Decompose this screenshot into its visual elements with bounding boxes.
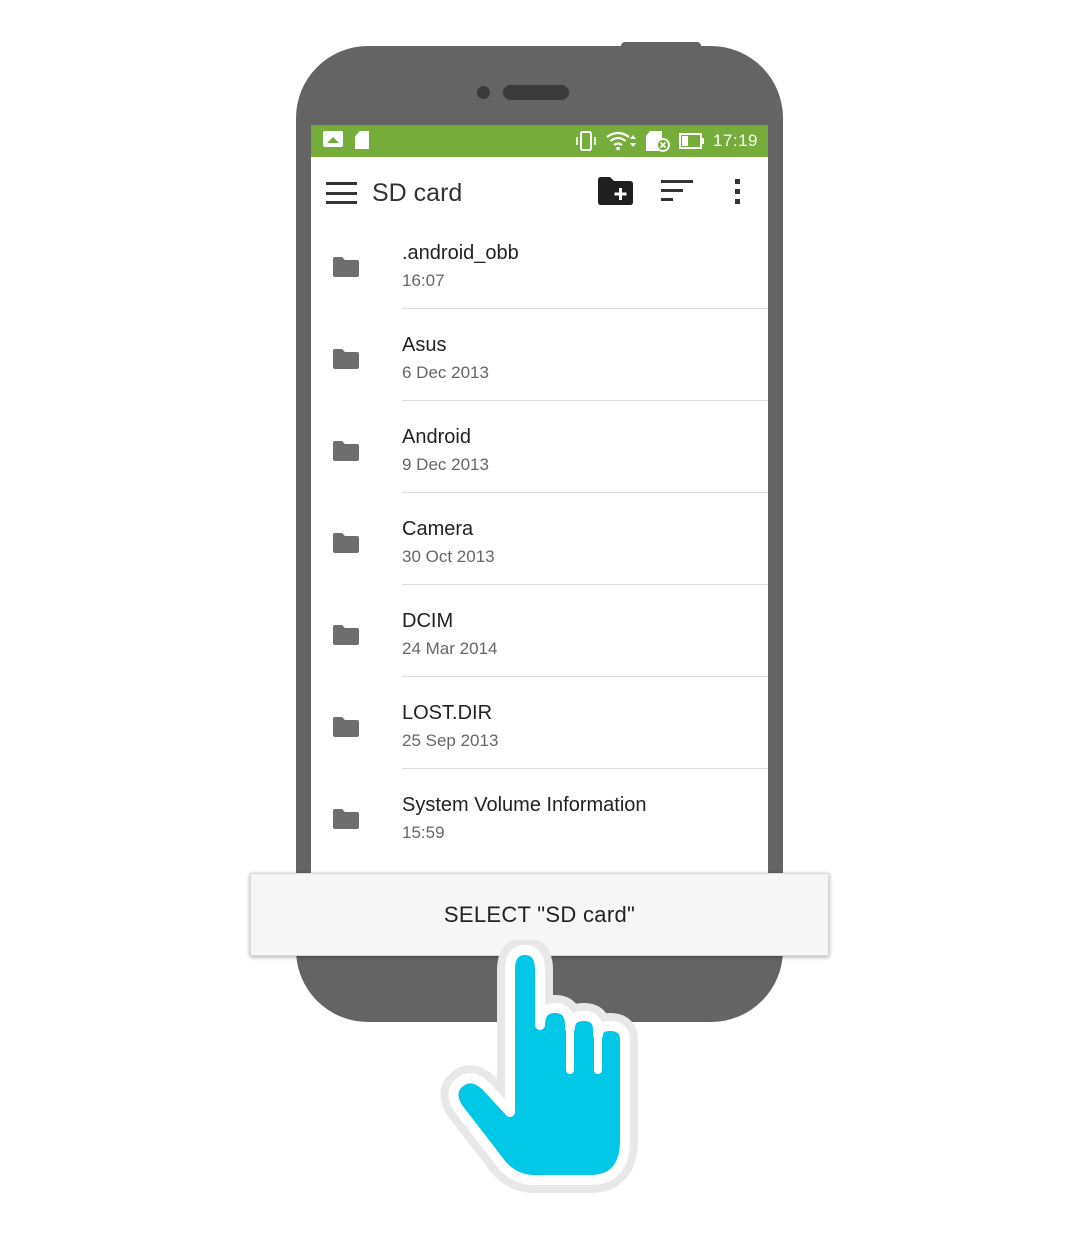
image-icon	[323, 131, 343, 147]
file-date: 24 Mar 2014	[402, 639, 498, 658]
status-time: 17:19	[712, 131, 758, 150]
vibrate-icon	[576, 131, 596, 151]
folder-icon	[333, 809, 359, 829]
status-bar: 17:19	[311, 125, 768, 157]
folder-icon	[333, 625, 359, 645]
pointing-hand-icon	[440, 940, 638, 1193]
file-date: 15:59	[402, 823, 445, 842]
file-name: System Volume Information	[402, 794, 647, 816]
select-button-label: SELECT "SD card"	[443, 901, 636, 927]
file-name: Asus	[402, 334, 447, 356]
file-date: 9 Dec 2013	[402, 455, 489, 474]
file-name: Camera	[402, 518, 474, 540]
menu-icon[interactable]	[326, 182, 357, 204]
sort-icon[interactable]	[661, 179, 693, 203]
folder-icon	[333, 533, 359, 553]
sd-card-icon	[355, 131, 369, 149]
folder-icon	[333, 441, 359, 461]
folder-icon	[333, 717, 359, 737]
file-date: 6 Dec 2013	[402, 363, 489, 382]
file-name: LOST.DIR	[402, 702, 493, 724]
new-folder-icon[interactable]	[597, 176, 634, 206]
list-item[interactable]: .android_obb 16:07	[311, 217, 768, 309]
list-item[interactable]: LOST.DIR 25 Sep 2013	[311, 677, 768, 769]
wifi-icon	[606, 131, 636, 151]
file-name: Android	[402, 426, 471, 448]
page-title: SD card	[372, 179, 463, 207]
file-list: .android_obb 16:07 Asus 6 Dec 2013 Andro…	[311, 217, 768, 861]
file-name: DCIM	[402, 610, 454, 632]
file-name: .android_obb	[402, 242, 519, 264]
list-item[interactable]: System Volume Information 15:59	[311, 769, 768, 861]
battery-icon	[678, 133, 704, 149]
more-options-icon[interactable]	[733, 177, 743, 207]
list-item[interactable]: Android 9 Dec 2013	[311, 401, 768, 493]
file-date: 16:07	[402, 271, 445, 290]
list-item[interactable]: Asus 6 Dec 2013	[311, 309, 768, 401]
file-date: 30 Oct 2013	[402, 547, 495, 566]
list-item[interactable]: DCIM 24 Mar 2014	[311, 585, 768, 677]
list-item[interactable]: Camera 30 Oct 2013	[311, 493, 768, 585]
folder-icon	[333, 257, 359, 277]
sd-card-error-icon	[645, 131, 670, 152]
front-camera	[477, 86, 490, 99]
phone-screen: 17:19 SD card .android_obb 16:07 Asus 6 …	[311, 125, 768, 885]
folder-icon	[333, 349, 359, 369]
earpiece-speaker	[503, 85, 569, 100]
file-date: 25 Sep 2013	[402, 731, 499, 750]
